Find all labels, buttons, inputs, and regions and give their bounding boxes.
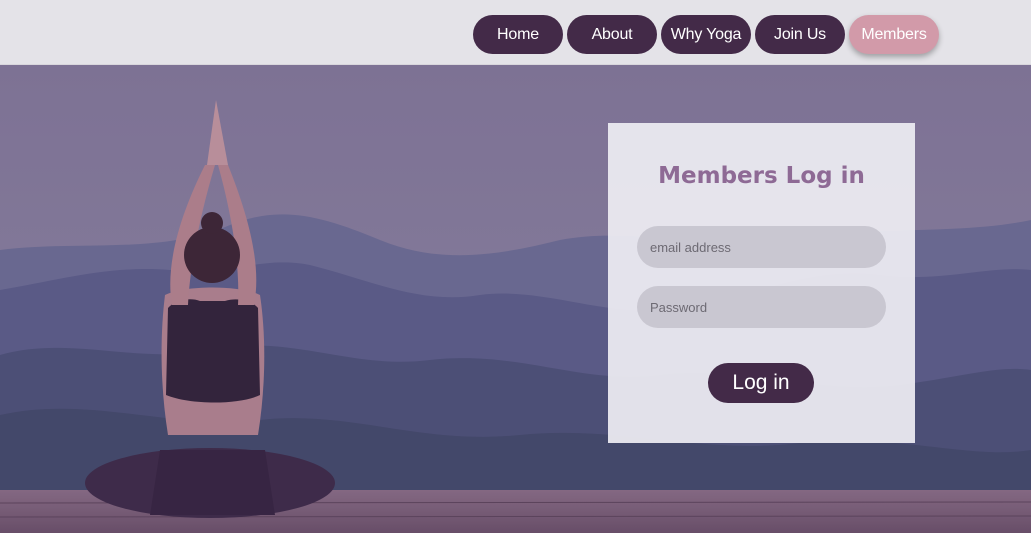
nav-why-yoga-button[interactable]: Why Yoga <box>661 15 751 54</box>
top-nav-bar: Home About Why Yoga Join Us Members <box>0 0 1031 65</box>
login-title: Members Log in <box>658 163 865 189</box>
nav-home-button[interactable]: Home <box>473 15 563 54</box>
members-login-card: Members Log in Log in <box>608 123 915 443</box>
nav-join-us-button[interactable]: Join Us <box>755 15 845 54</box>
login-button[interactable]: Log in <box>708 363 814 403</box>
main-nav: Home About Why Yoga Join Us Members <box>473 15 939 54</box>
nav-about-button[interactable]: About <box>567 15 657 54</box>
email-field[interactable] <box>637 226 886 268</box>
nav-members-button[interactable]: Members <box>849 15 939 54</box>
password-field[interactable] <box>637 286 886 328</box>
